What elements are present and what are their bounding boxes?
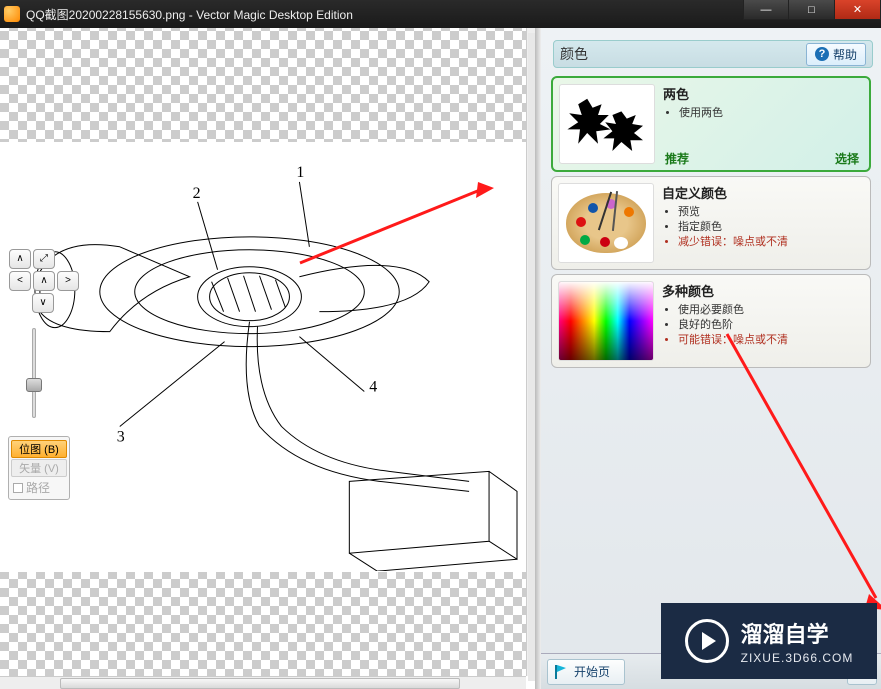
nav-up-button[interactable]: ∧: [9, 249, 31, 269]
path-checkbox[interactable]: [13, 483, 23, 493]
option-title: 自定义颜色: [662, 183, 788, 202]
watermark: 溜溜自学 ZIXUE.3D66.COM: [661, 603, 877, 679]
watermark-line2: ZIXUE.3D66.COM: [741, 651, 854, 665]
zoom-slider-thumb[interactable]: [26, 378, 42, 392]
footer-right: 选择: [835, 150, 859, 167]
option-bullet: 使用必要颜色: [678, 303, 788, 318]
panel-header: 颜色 ? 帮助: [553, 40, 873, 68]
checker-top: [0, 28, 526, 142]
footer-left: 推荐: [665, 150, 689, 167]
label-3: 3: [117, 428, 125, 445]
spectrum-icon: [558, 281, 654, 361]
option-bullet: 使用两色: [679, 106, 723, 121]
path-label: 路径: [26, 479, 50, 496]
nav-down-button[interactable]: ∨: [32, 293, 54, 313]
watermark-line1: 溜溜自学: [741, 617, 854, 649]
label-4: 4: [369, 379, 377, 396]
option-two-color[interactable]: 两色 使用两色 推荐 选择: [551, 76, 871, 172]
option-body: 自定义颜色 预览 指定颜色 减少错误：噪点或不清: [662, 183, 788, 263]
option-custom-colors[interactable]: 自定义颜色 预览 指定颜色 减少错误：噪点或不清: [551, 176, 871, 270]
option-bullet-warn: 可能错误：噪点或不清: [678, 333, 788, 348]
workspace: 1 2 3 4 ∧ ⤢ < ∧ > ∨: [0, 28, 881, 689]
palette-icon: [558, 183, 654, 263]
option-bullet: 良好的色阶: [678, 318, 788, 333]
label-2: 2: [193, 185, 201, 202]
window-title: QQ截图20200228155630.png - Vector Magic De…: [26, 6, 353, 23]
checker-bottom: [0, 572, 526, 676]
annotation-arrow-2: [721, 328, 881, 618]
help-label: 帮助: [833, 46, 857, 63]
maximize-button[interactable]: □: [789, 0, 835, 20]
drawing-svg: 1 2 3 4: [0, 142, 526, 571]
option-bullet: 预览: [678, 205, 788, 220]
home-flag-icon: [554, 664, 568, 680]
zoom-slider-track[interactable]: [32, 328, 36, 418]
option-many-colors[interactable]: 多种颜色 使用必要颜色 良好的色阶 可能错误：噪点或不清: [551, 274, 871, 368]
canvas-area: 1 2 3 4 ∧ ⤢ < ∧ > ∨: [0, 28, 540, 689]
two-color-icon: [559, 84, 655, 164]
path-toggle-row[interactable]: 路径: [11, 478, 67, 497]
canvas-hscroll[interactable]: [0, 676, 526, 689]
panel-splitter[interactable]: [535, 28, 541, 689]
mode-bitmap-button[interactable]: 位图 (B): [11, 440, 67, 458]
right-panel: 颜色 ? 帮助 两色 使用两色 推荐 选择: [540, 28, 881, 689]
app-icon: [4, 6, 20, 22]
window-buttons: — □ ✕: [743, 0, 881, 20]
close-button[interactable]: ✕: [835, 0, 881, 20]
option-body: 多种颜色 使用必要颜色 良好的色阶 可能错误：噪点或不清: [662, 281, 788, 361]
nav-fit-button[interactable]: ⤢: [33, 249, 55, 269]
nav-center-button[interactable]: ∧: [33, 271, 55, 291]
help-button[interactable]: ? 帮助: [806, 43, 866, 66]
option-bullet: 指定颜色: [678, 220, 788, 235]
minimize-button[interactable]: —: [743, 0, 789, 20]
option-footer: 推荐 选择: [665, 150, 859, 167]
home-label: 开始页: [574, 663, 610, 680]
nav-right-button[interactable]: >: [57, 271, 79, 291]
option-bullet-warn: 减少错误：噪点或不清: [678, 235, 788, 250]
play-icon: [685, 619, 729, 663]
mode-box: 位图 (B) 矢量 (V) 路径: [8, 436, 70, 500]
help-icon: ?: [815, 47, 829, 61]
label-1: 1: [296, 164, 304, 181]
home-button[interactable]: 开始页: [547, 659, 625, 685]
nav-left-button[interactable]: <: [9, 271, 31, 291]
title-bar: QQ截图20200228155630.png - Vector Magic De…: [0, 0, 881, 28]
option-title: 多种颜色: [662, 281, 788, 300]
panel-title: 颜色: [560, 44, 588, 64]
canvas-image[interactable]: 1 2 3 4: [0, 142, 526, 572]
nav-cluster: ∧ ⤢ < ∧ > ∨: [8, 248, 80, 314]
option-title: 两色: [663, 84, 723, 103]
mode-vector-button[interactable]: 矢量 (V): [11, 459, 67, 477]
